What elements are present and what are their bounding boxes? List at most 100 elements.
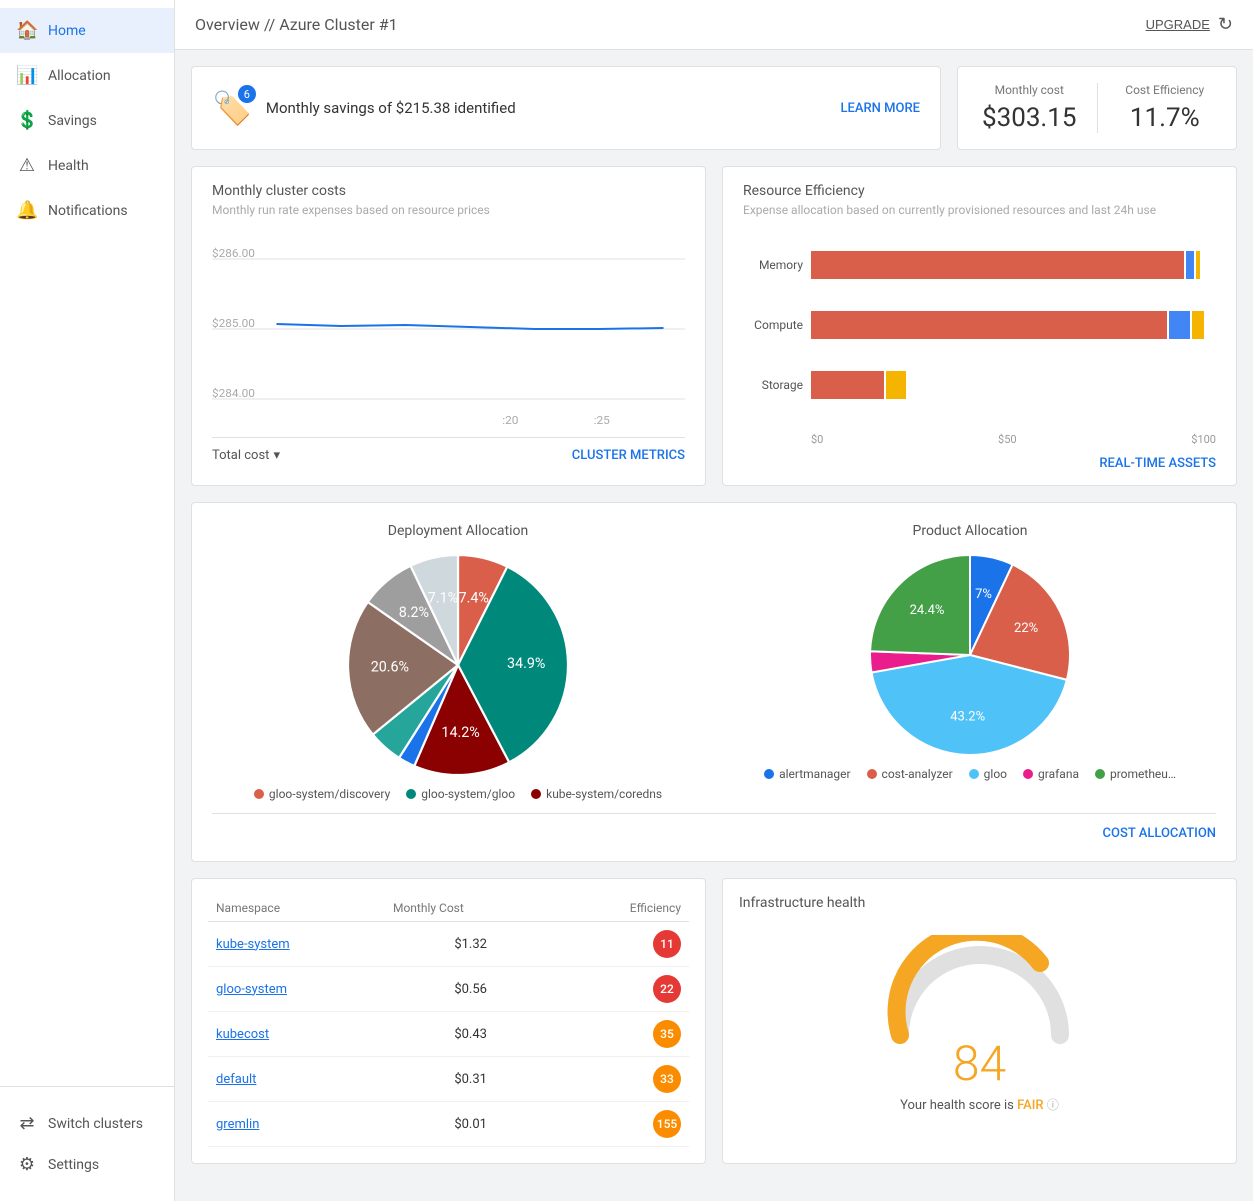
- pie-label: 7.4%: [459, 590, 489, 606]
- real-time-link[interactable]: REAL-TIME ASSETS: [743, 446, 1216, 481]
- ns-link[interactable]: gremlin: [216, 1117, 259, 1132]
- resource-subtitle: Expense allocation based on currently pr…: [743, 203, 1216, 217]
- cluster-metrics-link[interactable]: CLUSTER METRICS: [572, 448, 685, 463]
- legend-label: alertmanager: [779, 767, 850, 781]
- ns-cost: $0.56: [385, 967, 556, 1012]
- deployment-pie-wrap: 7.4%34.9%14.2%20.6%8.2%7.1%: [212, 555, 704, 775]
- health-gauge-wrap: 84 Your health score is FAIR ⓘ: [739, 915, 1220, 1113]
- legend-item: prometheu…: [1095, 767, 1176, 781]
- savings-count-badge: 6: [238, 85, 256, 103]
- health-rating: FAIR: [1017, 1098, 1044, 1113]
- legend-item: alertmanager: [764, 767, 850, 781]
- legend-item: gloo-system/discovery: [254, 787, 390, 801]
- ns-efficiency: 33: [556, 1057, 689, 1102]
- health-info-icon[interactable]: ⓘ: [1047, 1098, 1059, 1112]
- ns-cost: $1.32: [385, 922, 556, 967]
- legend-label: grafana: [1038, 767, 1079, 781]
- bar-label: Compute: [743, 318, 803, 332]
- top-row: 🏷️ 6 Monthly savings of $215.38 identifi…: [191, 66, 1237, 150]
- resource-efficiency-card: Resource Efficiency Expense allocation b…: [722, 166, 1237, 486]
- axis-label-0: $0: [811, 433, 823, 446]
- cluster-cost-title: Monthly cluster costs: [212, 183, 685, 199]
- table-row: default $0.31 33: [208, 1057, 689, 1102]
- legend-label: gloo: [984, 767, 1007, 781]
- deployment-pie-chart: 7.4%34.9%14.2%20.6%8.2%7.1%: [348, 555, 568, 775]
- bottom-row: Namespace Monthly Cost Efficiency kube-s…: [191, 878, 1237, 1164]
- sidebar-item-health[interactable]: ⚠Health: [0, 143, 174, 188]
- dashboard-content: 🏷️ 6 Monthly savings of $215.38 identifi…: [175, 50, 1253, 1180]
- sidebar-item-allocation[interactable]: 📊Allocation: [0, 53, 174, 98]
- legend-dot: [406, 789, 416, 799]
- ns-efficiency: 11: [556, 922, 689, 967]
- table-header-row: Namespace Monthly Cost Efficiency: [208, 895, 689, 922]
- resource-bar-chart: Memory Compute Storage: [743, 229, 1216, 429]
- total-cost-dropdown[interactable]: Total cost ▾: [212, 448, 280, 463]
- legend-label: prometheu…: [1110, 767, 1176, 781]
- ns-efficiency: 22: [556, 967, 689, 1012]
- health-label-text: Your health score is: [900, 1098, 1014, 1113]
- main-content: Overview // Azure Cluster #1 UPGRADE ↻ 🏷…: [175, 0, 1253, 1201]
- refresh-icon[interactable]: ↻: [1218, 14, 1233, 35]
- sidebar-item-settings[interactable]: ⚙Settings: [16, 1144, 158, 1185]
- product-allocation-section: Product Allocation 7%22%43.2%24.4% alert…: [724, 523, 1216, 801]
- ns-link[interactable]: kube-system: [216, 937, 290, 952]
- legend-item: kube-system/coredns: [531, 787, 662, 801]
- notifications-icon: 🔔: [16, 200, 38, 221]
- legend-label: gloo-system/gloo: [421, 787, 515, 801]
- axis-label-100: $100: [1191, 433, 1216, 446]
- legend-dot: [1095, 769, 1105, 779]
- sidebar-label-notifications: Notifications: [48, 203, 128, 219]
- bar-segment: [886, 371, 906, 399]
- cost-summary-card: Monthly cost $303.15 Cost Efficiency 11.…: [957, 66, 1237, 150]
- table-row: kube-system $1.32 11: [208, 922, 689, 967]
- table-row: gloo-system $0.56 22: [208, 967, 689, 1012]
- sidebar-item-savings[interactable]: 💲Savings: [0, 98, 174, 143]
- savings-badge-wrap: 🏷️ 6: [212, 89, 252, 127]
- sidebar-label-health: Health: [48, 158, 89, 174]
- sidebar-bottom: ⇄Switch clusters⚙Settings: [0, 1086, 174, 1201]
- savings-card: 🏷️ 6 Monthly savings of $215.38 identifi…: [191, 66, 941, 150]
- cost-divider: [1097, 83, 1098, 133]
- bar-label: Storage: [743, 378, 803, 392]
- legend-item: gloo-system/gloo: [406, 787, 515, 801]
- monthly-cost-label: Monthly cost: [978, 83, 1081, 97]
- upgrade-button[interactable]: UPGRADE: [1146, 17, 1210, 32]
- namespace-table-card: Namespace Monthly Cost Efficiency kube-s…: [191, 878, 706, 1164]
- cost-allocation-link[interactable]: COST ALLOCATION: [1103, 826, 1216, 841]
- bar-track: [811, 251, 1216, 279]
- cluster-cost-card: Monthly cluster costs Monthly run rate e…: [191, 166, 706, 486]
- line-chart: $286.00 $285.00 $284.00 :20 :25: [212, 229, 685, 429]
- product-pie-wrap: 7%22%43.2%24.4%: [724, 555, 1216, 755]
- line-chart-svg: $286.00 $285.00 $284.00 :20 :25: [212, 229, 685, 429]
- ns-name: gremlin: [208, 1102, 385, 1147]
- deployment-allocation-title: Deployment Allocation: [212, 523, 704, 539]
- legend-item: cost-analyzer: [867, 767, 953, 781]
- pie-label: 8.2%: [399, 605, 429, 621]
- header-actions: UPGRADE ↻: [1146, 14, 1233, 35]
- ns-link[interactable]: default: [216, 1072, 256, 1087]
- bar-segment: [1169, 311, 1189, 339]
- bar-segment: [811, 311, 1167, 339]
- bar-axis: $0 $50 $100: [743, 433, 1216, 446]
- total-cost-label: Total cost: [212, 448, 269, 463]
- bar-label: Memory: [743, 258, 803, 272]
- legend-label: cost-analyzer: [882, 767, 953, 781]
- pie-label: 24.4%: [910, 603, 945, 618]
- table-row: gremlin $0.01 155: [208, 1102, 689, 1147]
- sidebar-item-notifications[interactable]: 🔔 Notifications: [0, 188, 174, 233]
- col-monthly-cost: Monthly Cost: [385, 895, 556, 922]
- ns-link[interactable]: gloo-system: [216, 982, 287, 997]
- sidebar-item-switch-clusters[interactable]: ⇄Switch clusters: [16, 1103, 158, 1144]
- health-label: Your health score is FAIR ⓘ: [900, 1096, 1059, 1113]
- ns-link[interactable]: kubecost: [216, 1027, 269, 1042]
- deployment-legend: gloo-system/discovery gloo-system/gloo kub…: [212, 787, 704, 801]
- sidebar-item-home[interactable]: 🏠Home: [0, 8, 174, 53]
- efficiency-badge: 11: [653, 930, 681, 958]
- pie-label: 7%: [975, 587, 992, 602]
- dropdown-icon: ▾: [273, 448, 280, 463]
- ns-name: gloo-system: [208, 967, 385, 1012]
- learn-more-link[interactable]: LEARN MORE: [841, 101, 920, 116]
- legend-label: kube-system/coredns: [546, 787, 662, 801]
- switch-clusters-icon: ⇄: [16, 1113, 38, 1134]
- monthly-cost-item: Monthly cost $303.15: [978, 83, 1081, 133]
